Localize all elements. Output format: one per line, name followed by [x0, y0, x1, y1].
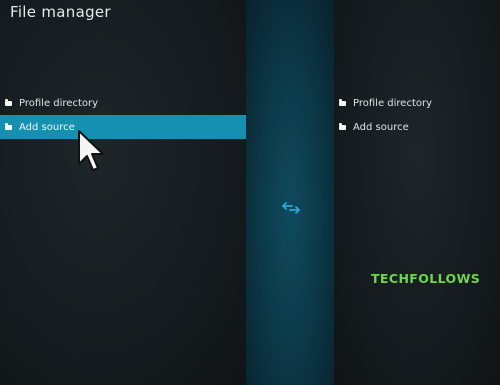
- folder-icon: [5, 122, 12, 130]
- right-panel-background: [334, 0, 500, 385]
- item-label: Profile directory: [353, 97, 433, 109]
- page-title: File manager: [10, 3, 111, 21]
- folder-icon: [339, 98, 346, 106]
- left-panel-background: [0, 0, 246, 385]
- right-item-add-source[interactable]: Add source: [334, 115, 500, 139]
- folder-icon: [5, 98, 12, 106]
- mouse-pointer-icon: [78, 130, 104, 171]
- item-label: Add source: [19, 121, 75, 133]
- right-panel: Profile directory Add source: [334, 91, 500, 139]
- right-item-profile-directory[interactable]: Profile directory: [334, 91, 500, 115]
- item-label: Profile directory: [19, 97, 99, 109]
- center-divider-strip: [246, 0, 334, 385]
- folder-icon: [339, 122, 346, 130]
- item-label: Add source: [353, 121, 409, 133]
- left-panel: Profile directory Add source: [0, 91, 246, 139]
- swap-arrows-icon[interactable]: [280, 200, 302, 216]
- left-item-profile-directory[interactable]: Profile directory: [0, 91, 246, 115]
- left-item-add-source[interactable]: Add source: [0, 115, 246, 139]
- watermark-logo: TECHFOLLOWS: [371, 271, 481, 286]
